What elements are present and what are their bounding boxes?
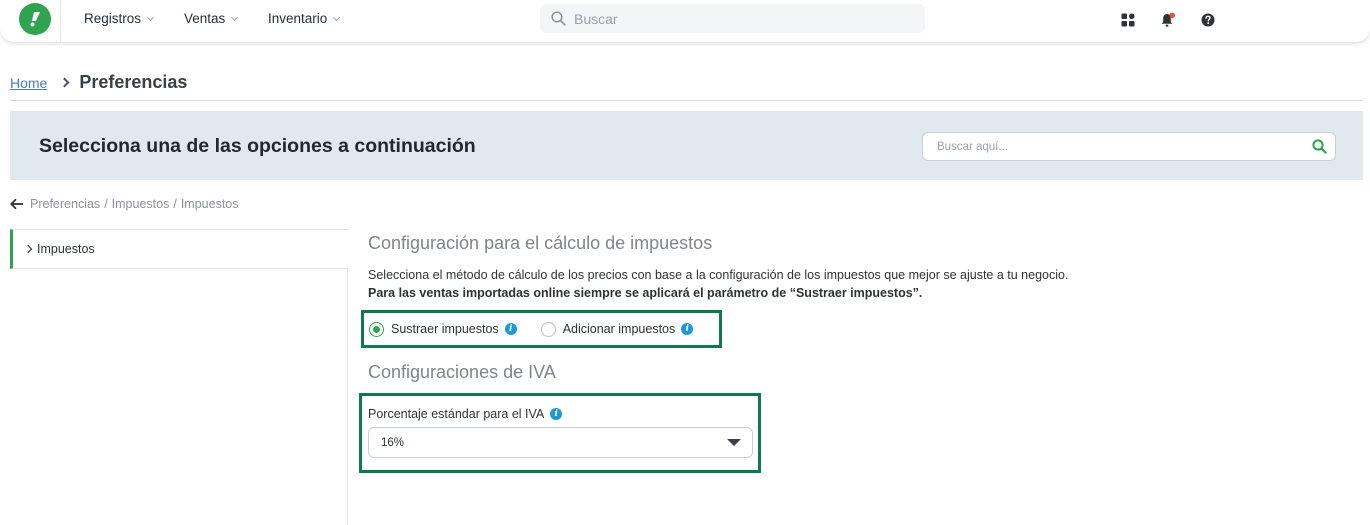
chevron-down-icon xyxy=(231,13,239,21)
chevron-down-icon xyxy=(333,13,341,21)
app-logo[interactable] xyxy=(19,3,51,35)
sub-breadcrumb-item: Impuestos xyxy=(180,197,239,211)
iva-title: Configuraciones de IVA xyxy=(368,362,556,382)
breadcrumb-separator: / xyxy=(173,197,177,211)
chevron-down-icon xyxy=(146,13,155,21)
caret-down-icon xyxy=(727,439,741,446)
banner-title: Selecciona una de las opciones a continu… xyxy=(39,135,476,157)
radio-unchecked[interactable] xyxy=(540,321,556,337)
info-icon[interactable]: i xyxy=(681,323,694,335)
radio-adicionar-impuestos[interactable]: Adicionar impuestos i xyxy=(540,321,694,337)
top-navbar: Registros Ventas Inventario xyxy=(0,0,1370,42)
bell-icon xyxy=(1161,12,1175,27)
help-icon xyxy=(1201,13,1215,27)
radio-label: Adicionar impuestos xyxy=(562,322,676,336)
nav-ventas[interactable]: Ventas xyxy=(184,11,239,26)
apps-grid-icon xyxy=(1121,13,1135,27)
iva-config-box: Porcentaje estándar para el IVA i 16% xyxy=(359,393,761,473)
banner-search[interactable] xyxy=(922,132,1336,161)
search-icon xyxy=(551,11,566,26)
nav-ventas-label: Ventas xyxy=(184,11,226,26)
page-title: Preferencias xyxy=(79,72,188,92)
tax-calc-description: Selecciona el método de cálculo de los p… xyxy=(368,268,1069,282)
help-button[interactable] xyxy=(1199,11,1217,29)
sub-breadcrumb-item[interactable]: Impuestos xyxy=(112,197,170,211)
iva-field-label: Porcentaje estándar para el IVA i xyxy=(368,407,563,421)
radio-checked[interactable] xyxy=(369,321,384,337)
sidebar-divider xyxy=(347,269,348,525)
logo-divider xyxy=(60,0,61,42)
sub-breadcrumb: Preferencias / Impuestos / Impuestos xyxy=(10,197,239,211)
radio-sustraer-impuestos[interactable]: Sustraer impuestos i xyxy=(369,321,517,337)
logo-icon xyxy=(30,12,40,27)
sidebar-item-label: Impuestos xyxy=(37,242,95,256)
sub-breadcrumb-item[interactable]: Preferencias xyxy=(30,197,100,211)
chevron-right-icon xyxy=(23,244,33,254)
nav-registros-label: Registros xyxy=(84,11,142,26)
notifications-button[interactable] xyxy=(1159,11,1177,29)
tax-calc-title: Configuración para el cálculo de impuest… xyxy=(368,233,713,253)
tax-method-radio-group: Sustraer impuestos i Adicionar impuestos… xyxy=(361,310,722,348)
nav-registros[interactable]: Registros xyxy=(84,11,155,26)
tax-calc-note: Para las ventas importadas online siempr… xyxy=(368,286,923,300)
banner-search-input[interactable] xyxy=(937,140,1297,153)
breadcrumb-separator: / xyxy=(104,197,108,211)
info-icon[interactable]: i xyxy=(504,323,517,335)
chevron-right-icon xyxy=(59,77,70,88)
iva-field-label-text: Porcentaje estándar para el IVA xyxy=(368,407,545,421)
search-icon[interactable] xyxy=(1312,139,1327,154)
back-arrow-icon[interactable] xyxy=(10,198,24,210)
apps-grid-button[interactable] xyxy=(1119,11,1137,29)
page-breadcrumb: Home Preferencias xyxy=(10,72,187,93)
options-banner: Selecciona una de las opciones a continu… xyxy=(10,111,1363,180)
radio-label: Sustraer impuestos xyxy=(391,322,499,336)
sidebar-item-impuestos[interactable]: Impuestos xyxy=(10,229,348,269)
title-divider xyxy=(10,100,1362,101)
global-search[interactable] xyxy=(540,4,925,33)
nav-inventario-label: Inventario xyxy=(268,11,328,26)
iva-percentage-select[interactable]: 16% xyxy=(368,427,753,458)
info-icon[interactable]: i xyxy=(550,408,563,420)
iva-selected-value: 16% xyxy=(381,436,405,449)
nav-inventario[interactable]: Inventario xyxy=(268,11,341,26)
home-link[interactable]: Home xyxy=(10,75,47,91)
global-search-input[interactable] xyxy=(574,10,894,27)
